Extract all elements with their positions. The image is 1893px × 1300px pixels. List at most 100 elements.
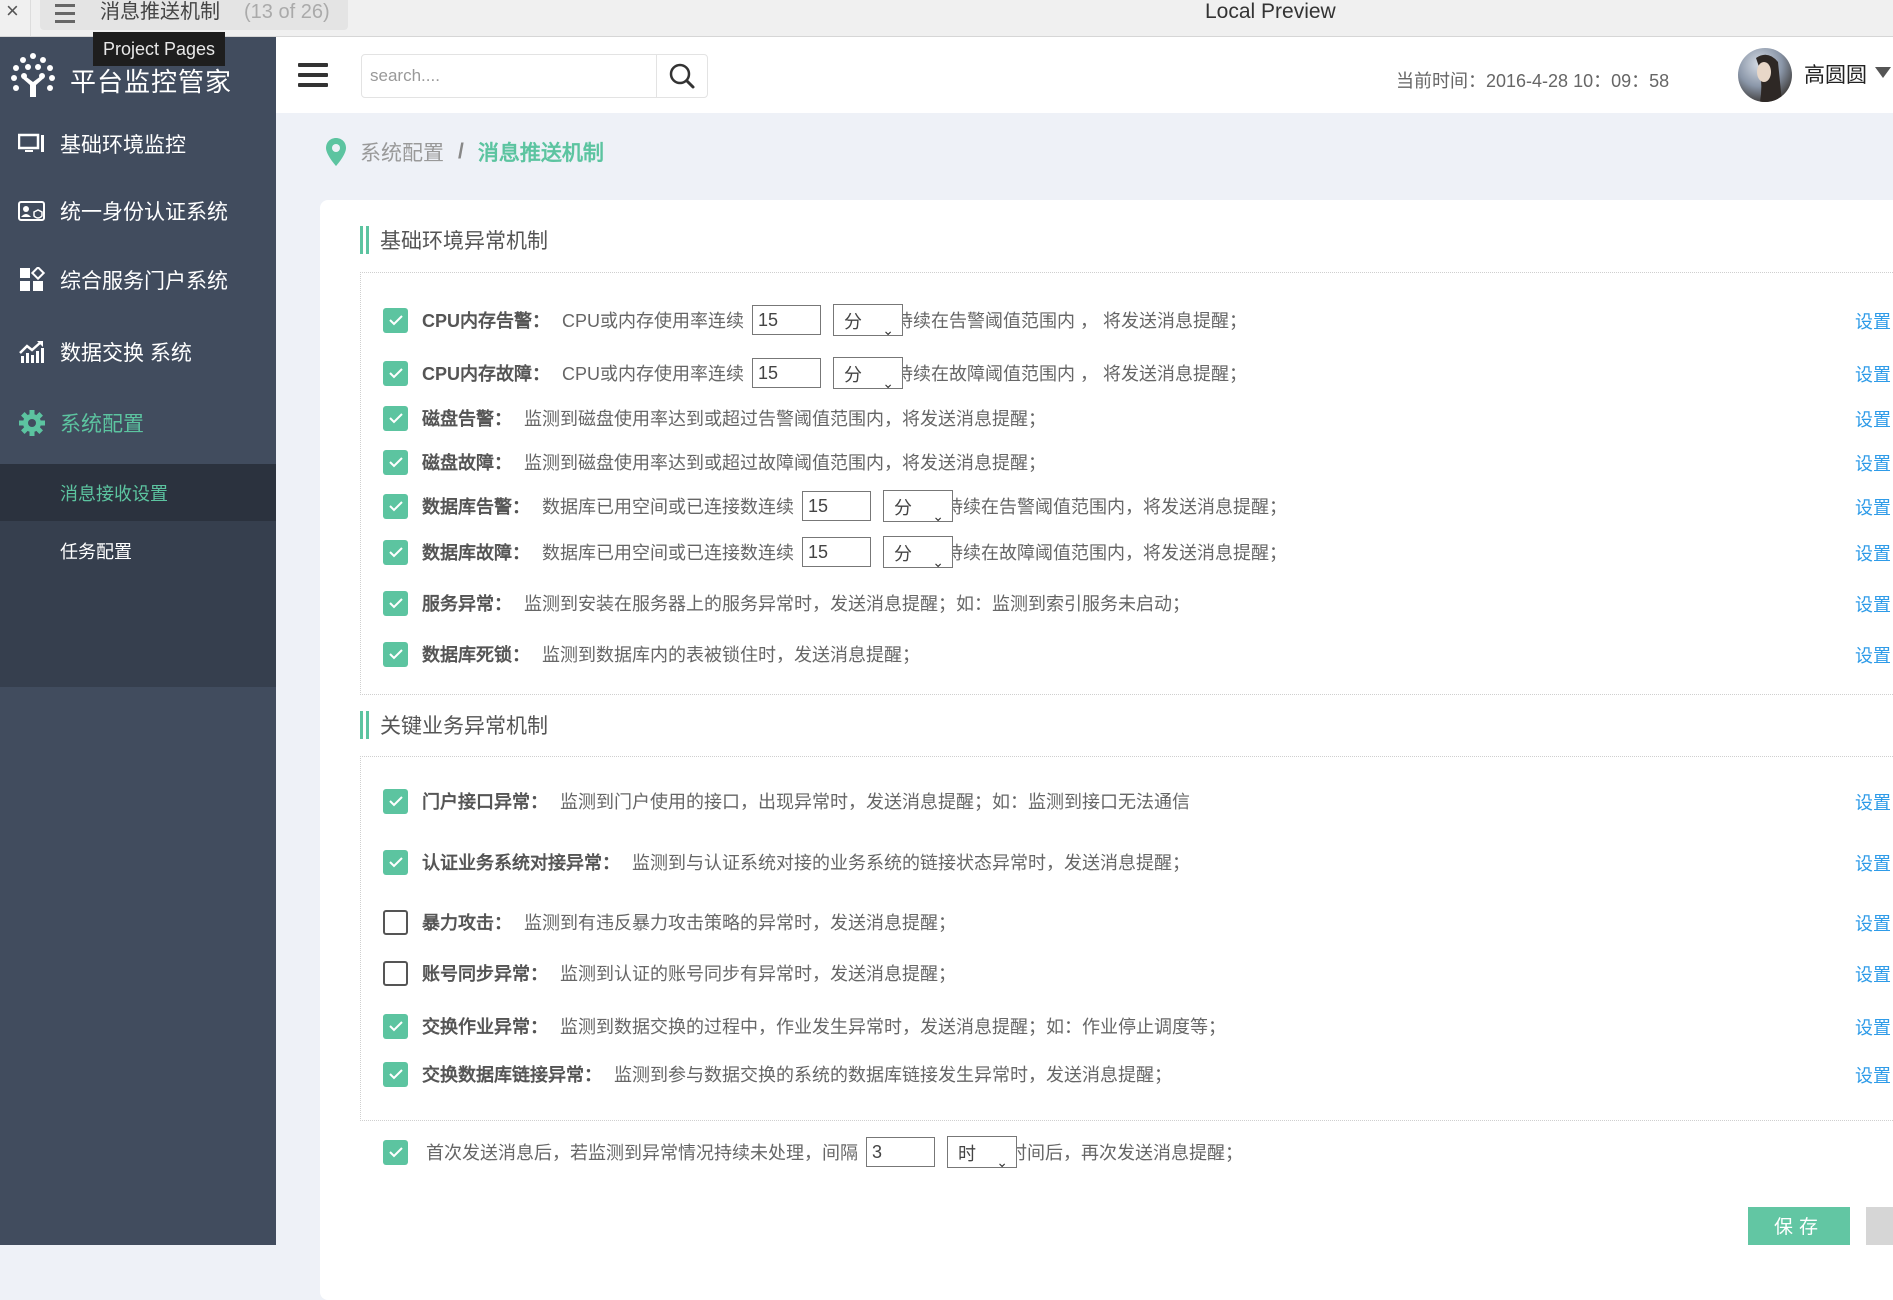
page-title[interactable]: 消息推送机制: [100, 0, 220, 24]
sidebar-item-identity-auth[interactable]: 统一身份认证系统: [0, 181, 276, 241]
breadcrumb-separator: /: [458, 140, 464, 163]
settings-link[interactable]: 设置: [1855, 591, 1891, 617]
grid-icon: [18, 266, 46, 294]
settings-link[interactable]: 设置: [1855, 308, 1891, 334]
check-icon: [388, 501, 403, 512]
search-button[interactable]: [656, 55, 707, 97]
page-count: (13 of 26): [244, 1, 330, 23]
settings-link[interactable]: 设置: [1855, 540, 1891, 566]
search-icon: [669, 63, 695, 89]
check-icon: [388, 315, 403, 326]
unit-select[interactable]: 分 ⌄: [833, 304, 904, 338]
setting-row: 服务异常： 监测到安装在服务器上的服务异常时，发送消息提醒；如：监测到索引服务未启…: [383, 587, 1190, 619]
threshold-input[interactable]: [802, 537, 871, 567]
setting-desc-post: 持续在故障阈值范围内，将发送消息提醒；: [945, 543, 1287, 563]
unit-select[interactable]: 分 ⌄: [883, 536, 953, 570]
setting-name: 暴力攻击：: [422, 913, 512, 933]
breadcrumb-parent[interactable]: 系统配置: [360, 137, 444, 167]
setting-name: 磁盘故障：: [422, 453, 512, 473]
check-icon: [388, 368, 403, 379]
setting-checkbox[interactable]: [383, 909, 408, 935]
setting-name: 磁盘告警：: [422, 409, 512, 429]
save-button[interactable]: 保存: [1748, 1207, 1850, 1245]
section-title-business: 关键业务异常机制: [360, 711, 548, 739]
setting-checkbox[interactable]: [383, 539, 408, 565]
tooltip: Project Pages: [93, 32, 226, 66]
setting-checkbox[interactable]: [383, 493, 408, 519]
avatar[interactable]: [1738, 48, 1792, 102]
settings-link[interactable]: 设置: [1855, 910, 1891, 936]
setting-checkbox[interactable]: [383, 449, 408, 475]
gear-icon: [18, 409, 46, 437]
repeat-interval-input[interactable]: [866, 1137, 935, 1167]
setting-desc-pre: 数据库已用空间或已连接数连续: [542, 497, 794, 517]
setting-checkbox[interactable]: [383, 960, 408, 986]
setting-checkbox[interactable]: [383, 849, 408, 875]
settings-link[interactable]: 设置: [1855, 406, 1891, 432]
setting-desc: 监测到安装在服务器上的服务异常时，发送消息提醒；如：监测到索引服务未启动；: [524, 594, 1190, 614]
threshold-input[interactable]: [752, 358, 822, 388]
settings-link[interactable]: 设置: [1855, 850, 1891, 876]
caret-down-icon[interactable]: [1875, 67, 1891, 78]
setting-checkbox[interactable]: [383, 1061, 408, 1087]
setting-name: 数据库死锁：: [422, 645, 530, 665]
settings-link[interactable]: 设置: [1855, 1062, 1891, 1088]
sidebar-subitem-task-config[interactable]: 任务配置: [0, 522, 276, 579]
setting-desc: 监测到认证的账号同步有异常时，发送消息提醒；: [560, 964, 956, 984]
check-icon: [388, 547, 403, 558]
settings-link[interactable]: 设置: [1855, 361, 1891, 387]
setting-desc: 监测到门户使用的接口，出现异常时，发送消息提醒；如：监测到接口无法通信: [560, 792, 1190, 812]
threshold-input[interactable]: [752, 305, 822, 335]
settings-link[interactable]: 设置: [1855, 642, 1891, 668]
setting-checkbox[interactable]: [383, 360, 408, 386]
repeat-reminder-checkbox[interactable]: [383, 1139, 408, 1165]
setting-checkbox[interactable]: [383, 641, 408, 667]
sidebar-item-data-exchange[interactable]: 数据交换 系统: [0, 322, 276, 382]
threshold-input[interactable]: [802, 491, 871, 521]
menu-toggle-icon[interactable]: [298, 63, 328, 93]
settings-link[interactable]: 设置: [1855, 789, 1891, 815]
sidebar: 平台监控管家 基础环境监控 统一身份认证系统 综合服务门户系统 数据交换 系统 …: [0, 37, 276, 1245]
setting-row: 交换数据库链接异常： 监测到参与数据交换的系统的数据库链接发生异常时，发送消息提醒…: [383, 1058, 1172, 1090]
repeat-unit-select[interactable]: 时 ⌄: [947, 1136, 1017, 1170]
setting-name: 数据库故障：: [422, 543, 530, 563]
sidebar-item-env-monitor[interactable]: 基础环境监控: [0, 114, 276, 174]
check-icon: [388, 413, 403, 424]
sidebar-item-service-portal[interactable]: 综合服务门户系统: [0, 250, 276, 310]
setting-name: 交换作业异常：: [422, 1017, 548, 1037]
sidebar-subitem-label: 任务配置: [60, 541, 132, 562]
divider: [30, 0, 31, 36]
search-input[interactable]: [362, 55, 656, 97]
setting-name: 门户接口异常：: [422, 792, 548, 812]
close-icon[interactable]: ×: [6, 0, 19, 22]
setting-row: 磁盘故障： 监测到磁盘使用率达到或超过故障阈值范围内，将发送消息提醒；: [383, 446, 1046, 478]
chevron-down-icon: ⌄: [882, 322, 895, 338]
monitor-icon: [18, 130, 46, 158]
settings-link[interactable]: 设置: [1855, 494, 1891, 520]
unit-select[interactable]: 分 ⌄: [833, 357, 904, 391]
setting-checkbox[interactable]: [383, 1013, 408, 1039]
section-title-text: 关键业务异常机制: [380, 715, 548, 738]
setting-checkbox[interactable]: [383, 590, 408, 616]
window-title: Local Preview: [1205, 0, 1336, 23]
setting-checkbox[interactable]: [383, 307, 408, 333]
user-name[interactable]: 高圆圆: [1804, 59, 1867, 89]
setting-desc-post: 持续在故障阈值范围内 ， 将发送消息提醒；: [895, 364, 1248, 384]
settings-link[interactable]: 设置: [1855, 450, 1891, 476]
settings-link[interactable]: 设置: [1855, 1014, 1891, 1040]
section-title-infrastructure: 基础环境异常机制: [360, 226, 548, 254]
top-header: 当前时间：2016-4-28 10：09：58 高圆圆: [276, 37, 1893, 113]
sidebar-subitem-message-receive[interactable]: 消息接收设置: [0, 464, 276, 521]
sidebar-item-system-config[interactable]: 系统配置: [0, 393, 276, 453]
setting-row: 磁盘告警： 监测到磁盘使用率达到或超过告警阈值范围内，将发送消息提醒；: [383, 402, 1046, 434]
sidebar-item-label: 数据交换 系统: [60, 342, 192, 365]
menu-icon[interactable]: [55, 4, 75, 28]
unit-select[interactable]: 分 ⌄: [883, 490, 953, 524]
setting-desc: 监测到与认证系统对接的业务系统的链接状态异常时，发送消息提醒；: [632, 853, 1190, 873]
setting-desc-pre: CPU或内存使用率连续: [562, 311, 745, 331]
setting-name: 交换数据库链接异常：: [422, 1065, 602, 1085]
setting-checkbox[interactable]: [383, 405, 408, 431]
settings-link[interactable]: 设置: [1855, 961, 1891, 987]
cancel-button[interactable]: [1866, 1207, 1893, 1245]
setting-checkbox[interactable]: [383, 788, 408, 814]
